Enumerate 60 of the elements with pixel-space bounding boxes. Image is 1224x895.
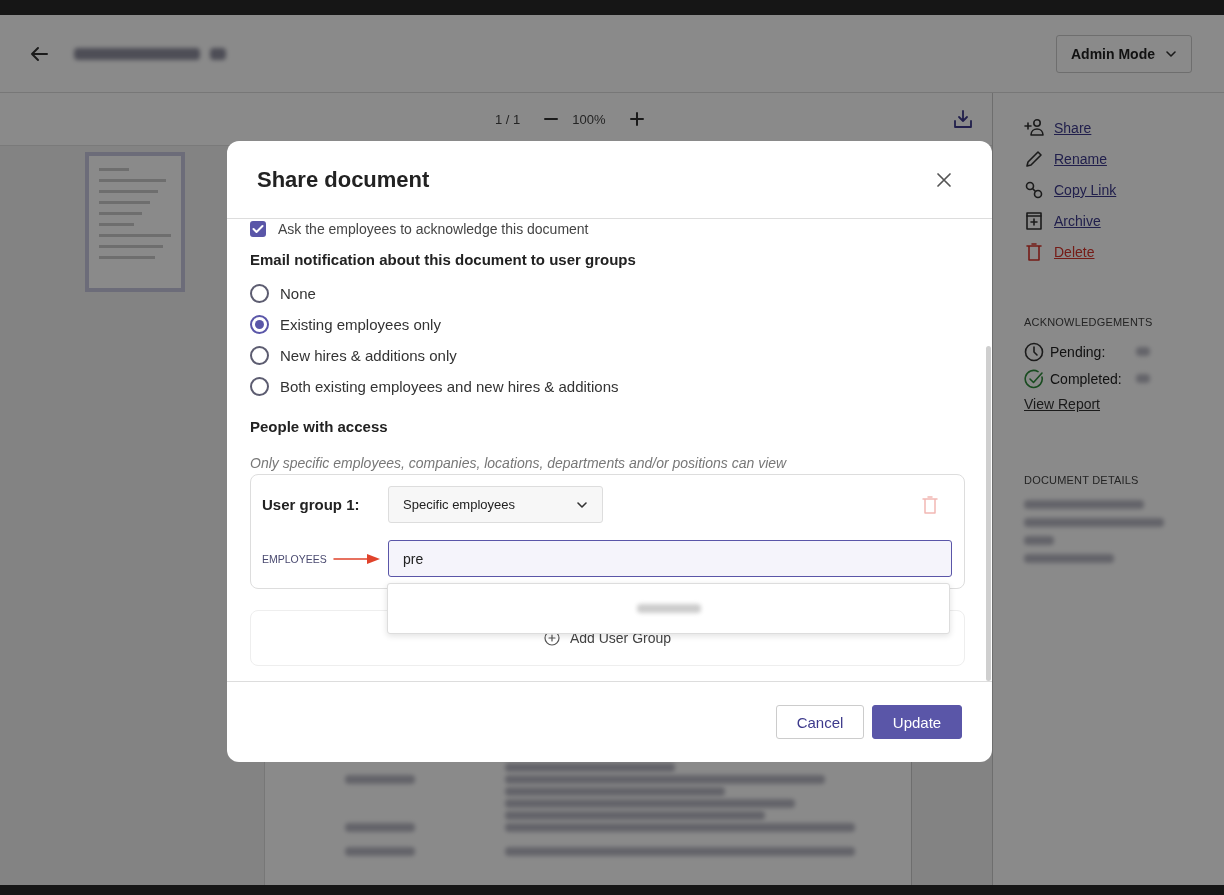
status-label: Completed: — [1050, 370, 1123, 387]
radio-label: Existing employees only — [280, 316, 441, 333]
back-arrow-icon — [30, 45, 48, 62]
arrow-icon — [332, 552, 381, 565]
action-link[interactable]: Delete — [1054, 243, 1095, 260]
add-person-icon — [1024, 117, 1044, 138]
radio-button[interactable] — [250, 284, 269, 303]
chevron-down-icon — [576, 500, 588, 509]
link-icon — [1024, 179, 1044, 200]
trash-icon — [922, 495, 938, 514]
action-link[interactable]: Share — [1054, 119, 1092, 136]
section-heading: DOCUMENT DETAILS — [1024, 474, 1140, 486]
clock-icon — [1024, 341, 1044, 362]
section-heading: ACKNOWLEDGEMENTS — [1024, 316, 1154, 328]
action-link[interactable]: Copy Link — [1054, 181, 1117, 198]
employee-search-field[interactable]: pre — [388, 540, 952, 577]
checkmark-icon — [252, 224, 264, 234]
checkbox[interactable] — [250, 221, 266, 237]
help-text: Only specific employees, companies, locations, departments and/or positions can view — [250, 455, 788, 473]
mode-dropdown[interactable]: Admin Mode — [1056, 34, 1192, 73]
blurred-text — [345, 847, 415, 856]
blurred-text — [345, 823, 415, 832]
blurred-text — [210, 47, 226, 60]
blurred-text — [1136, 374, 1150, 383]
field-label: EMPLOYEES — [262, 552, 327, 565]
archive-icon — [1024, 210, 1044, 231]
radio-label: None — [280, 285, 316, 302]
chevron-down-icon — [1165, 49, 1177, 58]
dialog-title: Share document — [257, 166, 430, 193]
zoom-level: 100% — [572, 111, 606, 127]
check-circle-icon — [1024, 368, 1044, 389]
plus-icon — [629, 112, 644, 126]
blurred-text — [345, 775, 415, 784]
view-report-link[interactable]: View Report — [1024, 396, 1224, 412]
pencil-icon — [1024, 148, 1044, 169]
blurred-text — [636, 604, 701, 613]
radio-button[interactable] — [250, 377, 269, 396]
status-label: Pending: — [1050, 343, 1107, 360]
checkbox-label: Ask the employees to acknowledge this document — [278, 221, 589, 237]
close-icon — [936, 171, 952, 188]
group-type-dropdown[interactable]: Specific employees — [388, 486, 603, 523]
trash-icon — [1024, 241, 1044, 262]
action-link[interactable]: Rename — [1054, 150, 1107, 167]
radio-button[interactable] — [250, 315, 269, 334]
radio-label: Both existing employees and new hires & additions — [280, 378, 619, 395]
blurred-text — [1024, 536, 1054, 545]
scroll-thumb[interactable] — [986, 346, 991, 681]
section-heading: People with access — [250, 417, 389, 437]
page-thumbnail[interactable] — [85, 152, 185, 292]
update-button[interactable]: Update — [872, 705, 962, 739]
group-label: User group 1: — [262, 496, 361, 513]
blurred-text — [1136, 347, 1150, 356]
section-heading: Email notification about this document to user groups — [250, 250, 637, 270]
download-icon — [953, 109, 973, 129]
action-link[interactable]: Archive — [1054, 212, 1101, 229]
cancel-button[interactable]: Cancel — [776, 705, 864, 739]
page-counter: 1 / 1 — [495, 111, 521, 127]
download-button[interactable] — [951, 107, 975, 131]
radio-button[interactable] — [250, 346, 269, 365]
radio-label: New hires & additions only — [280, 347, 457, 364]
